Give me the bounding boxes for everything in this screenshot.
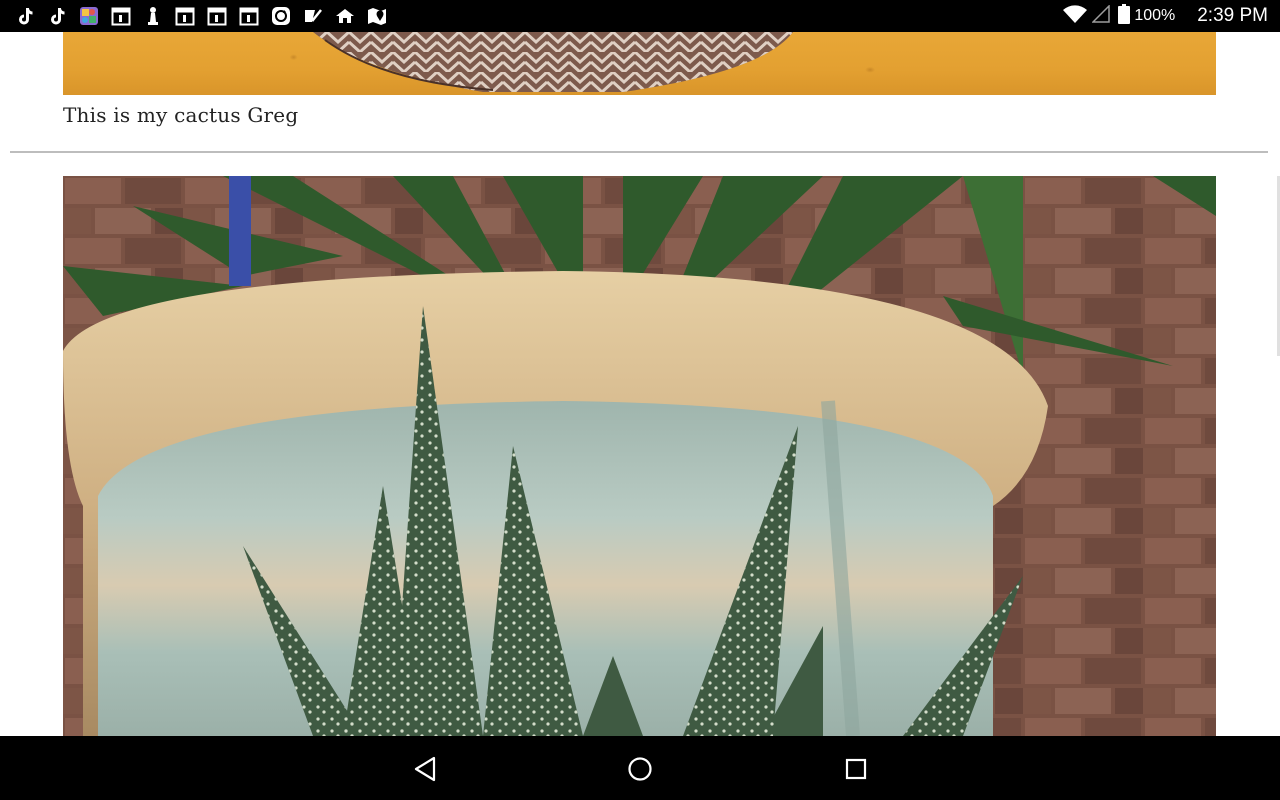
back-icon <box>414 756 436 782</box>
clock: 2:39 PM <box>1197 5 1268 26</box>
post-feed[interactable]: This is my cactus Greg <box>0 32 1280 736</box>
battery-percentage: 100% <box>1134 7 1176 24</box>
home-app-icon <box>334 5 356 27</box>
post-caption: This is my cactus Greg <box>63 103 299 127</box>
calendar-icon <box>110 5 132 27</box>
calendar-icon <box>174 5 196 27</box>
calendar-icon <box>238 5 260 27</box>
home-icon <box>628 757 652 781</box>
battery-icon <box>1118 4 1131 28</box>
navigation-bar <box>0 736 1280 800</box>
calendar-icon <box>206 5 228 27</box>
home-button[interactable] <box>624 753 656 785</box>
wifi-icon <box>1062 4 1088 28</box>
checkmark-app-icon <box>302 5 324 27</box>
recents-icon <box>845 758 867 780</box>
recents-button[interactable] <box>840 753 872 785</box>
tiktok-icon <box>46 5 68 27</box>
google-maps-icon <box>366 5 388 27</box>
colorful-app-icon <box>78 5 100 27</box>
post-photo[interactable] <box>63 176 1216 736</box>
status-indicators: 100% 2:39 PM <box>1062 0 1280 32</box>
status-bar: 100% 2:39 PM <box>0 0 1280 32</box>
cell-signal-icon <box>1091 4 1111 27</box>
tiktok-icon <box>14 5 36 27</box>
previous-post-photo[interactable] <box>63 32 1216 95</box>
back-button[interactable] <box>409 753 441 785</box>
notification-icons <box>14 4 398 28</box>
chess-pawn-icon <box>142 5 164 27</box>
post-divider <box>10 151 1268 153</box>
sync-app-icon <box>270 5 292 27</box>
